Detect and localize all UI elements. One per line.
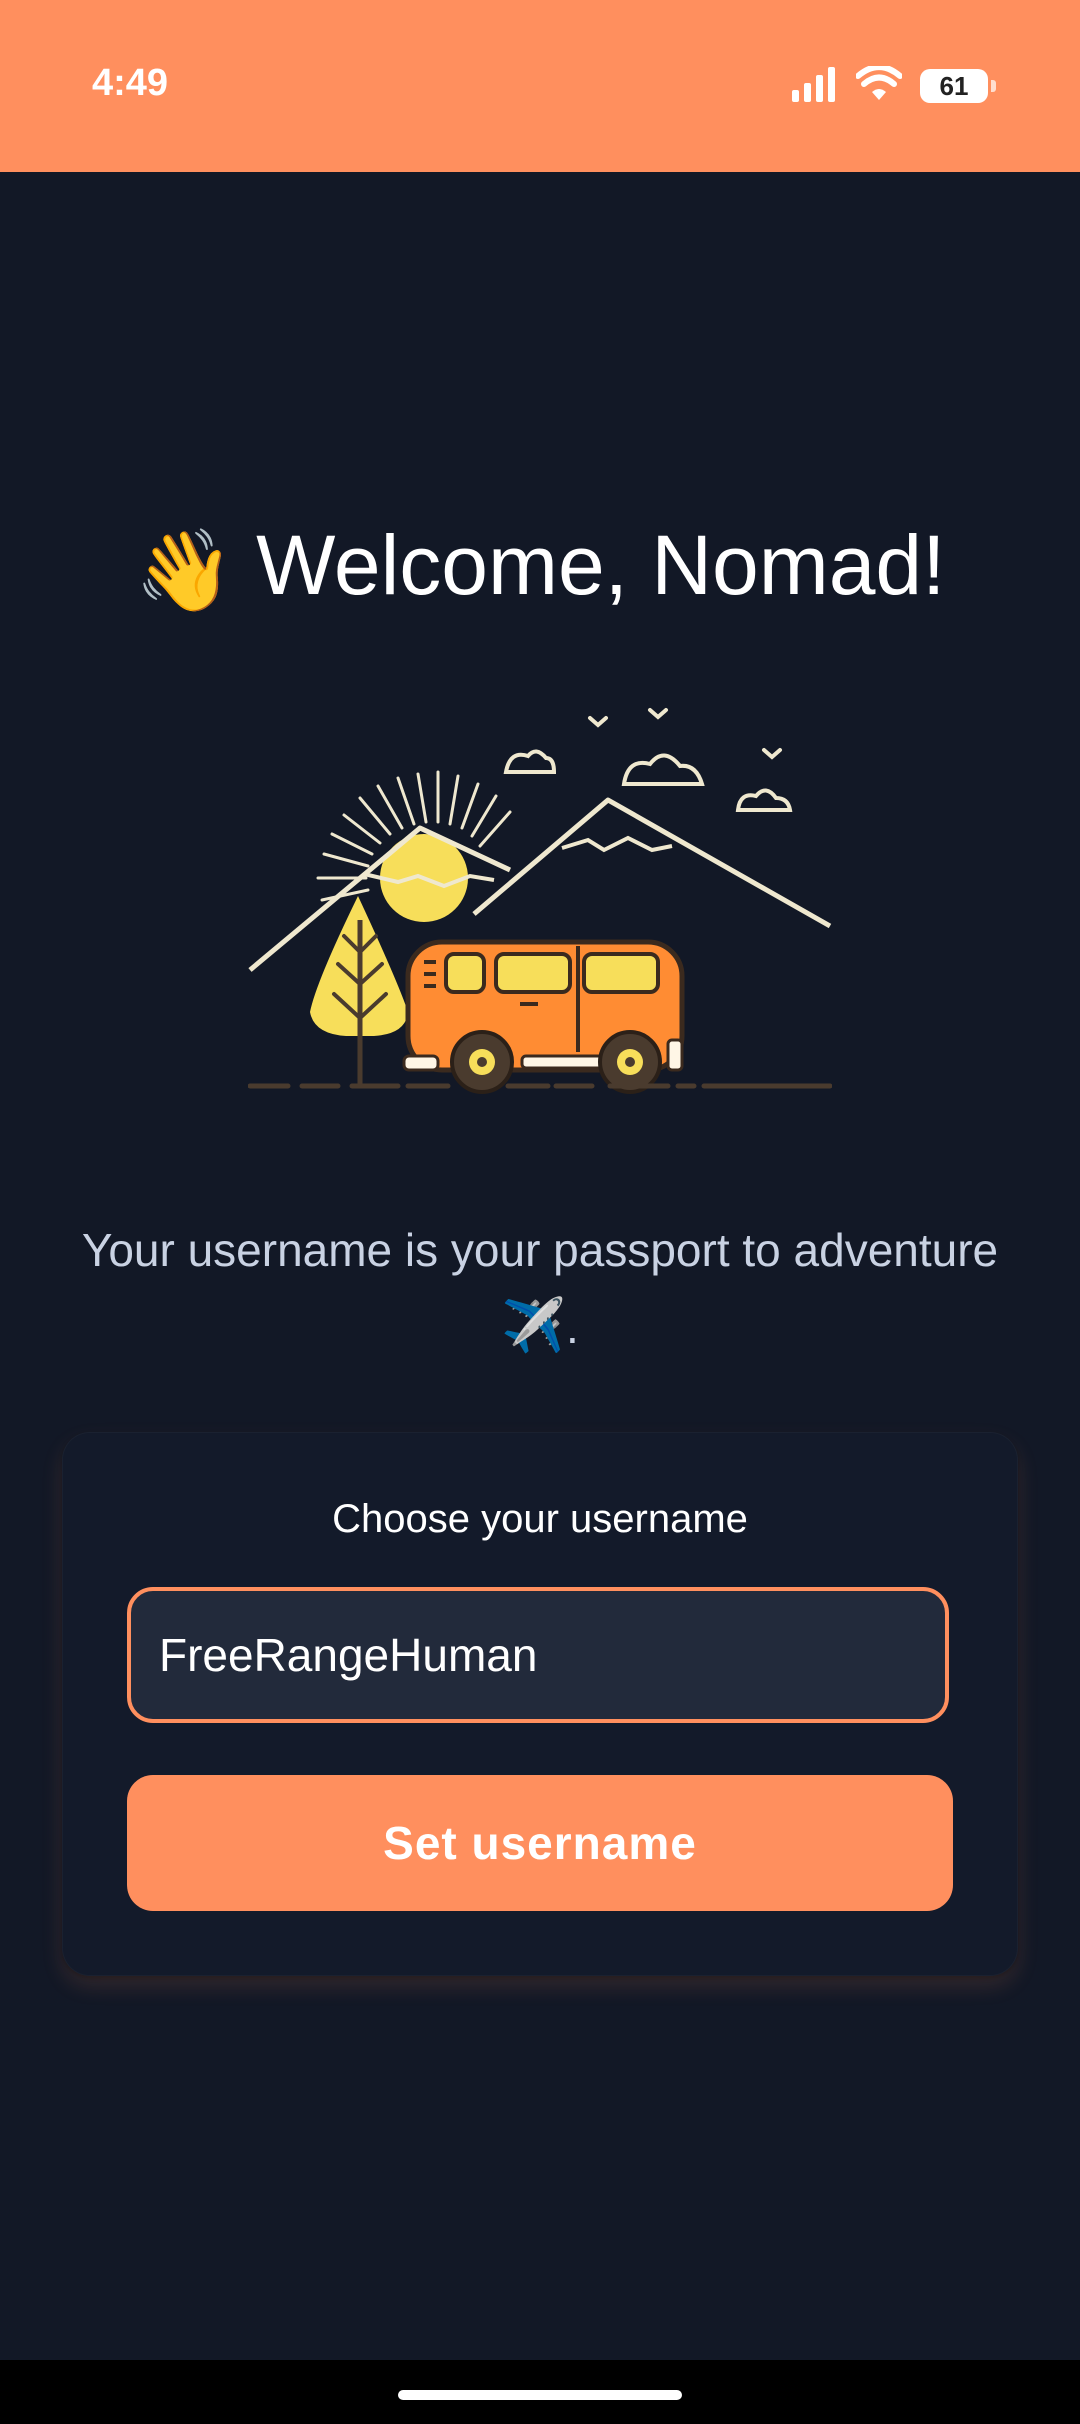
subtitle-text: Your username is your passport to advent… (50, 1212, 1030, 1365)
subtitle-message: Your username is your passport to advent… (81, 1224, 999, 1276)
welcome-title: Welcome, Nomad! (256, 518, 946, 612)
van-mountains-illustration (247, 700, 833, 1100)
airplane-icon: ✈️ (501, 1297, 566, 1355)
waving-hand-icon: 👋 (134, 526, 235, 615)
status-bar: 4:49 61 (0, 0, 1080, 172)
status-icons: 61 (790, 64, 996, 108)
username-label: Choose your username (332, 1497, 748, 1541)
welcome-heading: 👋 Welcome, Nomad! (0, 510, 1080, 626)
navigation-bar (0, 2360, 1080, 2424)
status-time: 4:49 (92, 62, 169, 104)
username-card: Choose your username Set username (62, 1432, 1018, 1976)
signal-icon (790, 66, 838, 106)
set-username-button[interactable]: Set username (127, 1775, 953, 1911)
battery-icon: 61 (920, 69, 996, 103)
subtitle-period: . (565, 1301, 579, 1353)
home-indicator[interactable] (398, 2390, 682, 2400)
wifi-icon (855, 64, 903, 106)
username-input[interactable] (127, 1587, 949, 1723)
